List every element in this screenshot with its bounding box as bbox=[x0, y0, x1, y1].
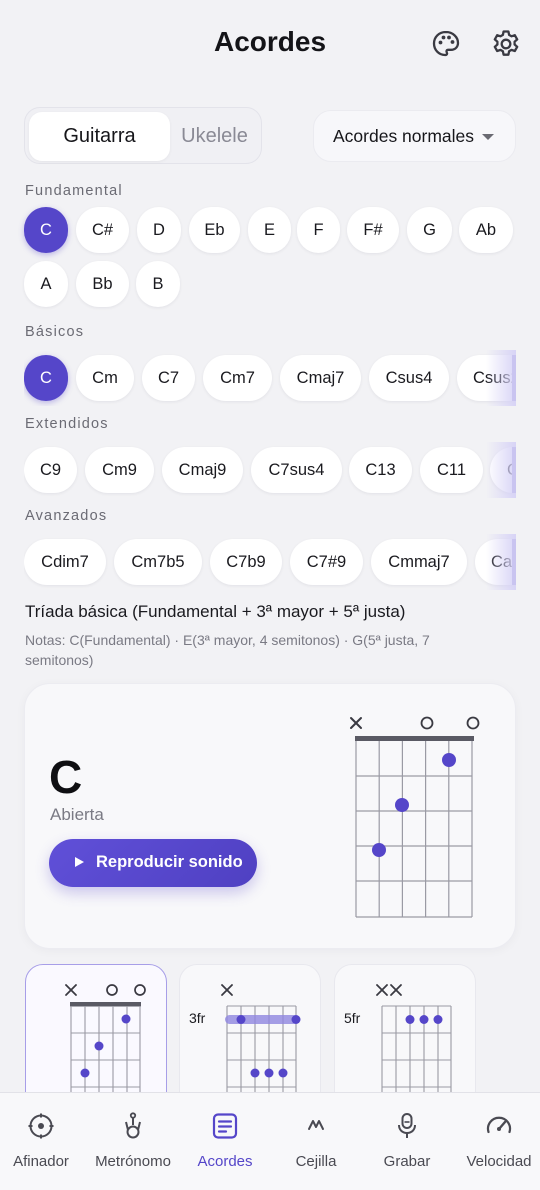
extended-chord-row: C9 Cm9 Cmaj9 C7sus4 C13 C11 C bbox=[24, 442, 516, 498]
fret-label: 3fr bbox=[189, 1010, 206, 1026]
chord-chip[interactable]: Cm7 bbox=[203, 355, 272, 401]
chord-chip[interactable]: C11 bbox=[420, 447, 483, 493]
palette-icon[interactable] bbox=[430, 28, 462, 60]
gear-icon[interactable] bbox=[490, 28, 522, 60]
capo-icon bbox=[308, 1120, 324, 1130]
microphone-icon bbox=[398, 1113, 416, 1138]
root-chip-c-sharp[interactable]: C# bbox=[76, 207, 129, 253]
bottom-nav: Afinador Metrónomo Acordes Cejilla Graba… bbox=[0, 1092, 540, 1190]
chord-chip[interactable]: Cm9 bbox=[85, 447, 154, 493]
tab-guitarra[interactable]: Guitarra bbox=[29, 112, 170, 161]
section-label-fundamental: Fundamental bbox=[25, 183, 123, 199]
root-chip-c[interactable]: C bbox=[24, 207, 68, 253]
chord-diagram bbox=[350, 716, 480, 918]
chord-chip[interactable]: C7sus4 bbox=[251, 447, 342, 493]
advanced-chord-row: Cdim7 Cm7b5 C7b9 C7#9 Cmmaj7 Cal bbox=[24, 534, 516, 590]
chord-set-dropdown[interactable]: Acordes normales bbox=[313, 110, 516, 162]
chord-chip[interactable]: Cmmaj7 bbox=[371, 539, 467, 585]
root-chip-b-flat[interactable]: Bb bbox=[76, 261, 129, 307]
chord-chip[interactable]: C7 bbox=[142, 355, 195, 401]
chord-chip[interactable]: Csus4 bbox=[369, 355, 449, 401]
chord-chip[interactable]: Cmaj9 bbox=[162, 447, 243, 493]
root-chip-e-flat[interactable]: Eb bbox=[189, 207, 240, 253]
caret-down-icon bbox=[482, 134, 494, 140]
speedometer-icon bbox=[486, 1116, 512, 1134]
tuner-icon bbox=[28, 1113, 54, 1139]
scroll-fade bbox=[486, 534, 516, 590]
chord-chip[interactable]: Cmaj7 bbox=[280, 355, 361, 401]
chords-icon bbox=[212, 1113, 238, 1139]
chord-type: Abierta bbox=[50, 805, 104, 824]
nav-item-velocidad[interactable]: Velocidad bbox=[454, 1093, 540, 1190]
chord-chip[interactable]: Cm bbox=[76, 355, 134, 401]
chord-chip[interactable]: C7#9 bbox=[290, 539, 363, 585]
nav-item-grabar[interactable]: Grabar bbox=[362, 1093, 452, 1190]
scroll-fade bbox=[486, 350, 516, 406]
root-chip-f[interactable]: F bbox=[297, 207, 340, 253]
chord-chip[interactable]: Cm7b5 bbox=[114, 539, 202, 585]
chord-name: C bbox=[49, 751, 83, 803]
tab-ukelele[interactable]: Ukelele bbox=[170, 112, 259, 161]
chord-card: C Abierta Reproducir sonido bbox=[24, 683, 516, 949]
chord-notes: Notas: C(Fundamental) · E(3ª mayor, 4 se… bbox=[25, 632, 430, 668]
chord-chip[interactable]: C7b9 bbox=[210, 539, 282, 585]
chord-description: Tríada básica (Fundamental + 3ª mayor + … bbox=[25, 602, 406, 621]
chord-chip[interactable]: C13 bbox=[349, 447, 412, 493]
section-label-extendidos: Extendidos bbox=[25, 416, 109, 432]
root-chip-a-flat[interactable]: Ab bbox=[459, 207, 513, 253]
nav-item-afinador[interactable]: Afinador bbox=[0, 1093, 86, 1190]
section-label-avanzados: Avanzados bbox=[25, 508, 108, 524]
root-chip-a[interactable]: A bbox=[24, 261, 68, 307]
nav-item-acordes[interactable]: Acordes bbox=[180, 1093, 270, 1190]
header: Acordes bbox=[0, 0, 540, 90]
basic-chord-row: C Cm C7 Cm7 Cmaj7 Csus4 Csus2 bbox=[24, 350, 516, 406]
root-chip-f-sharp[interactable]: F# bbox=[347, 207, 399, 253]
nav-item-metronomo[interactable]: Metrónomo bbox=[88, 1093, 178, 1190]
root-chip-b[interactable]: B bbox=[136, 261, 180, 307]
root-chip-g[interactable]: G bbox=[407, 207, 452, 253]
chord-chip[interactable]: C bbox=[24, 355, 68, 401]
scroll-fade bbox=[486, 442, 516, 498]
play-icon bbox=[75, 857, 84, 867]
metronome-icon bbox=[125, 1112, 141, 1139]
root-chip-e[interactable]: E bbox=[248, 207, 291, 253]
instrument-toggle: Guitarra Ukelele bbox=[24, 107, 262, 164]
nav-item-cejilla[interactable]: Cejilla bbox=[271, 1093, 361, 1190]
chord-set-value: Acordes normales bbox=[333, 125, 475, 146]
section-label-basicos: Básicos bbox=[25, 324, 85, 340]
fret-label: 5fr bbox=[344, 1010, 361, 1026]
chord-chip[interactable]: Cdim7 bbox=[24, 539, 106, 585]
chord-chip[interactable]: C9 bbox=[24, 447, 77, 493]
play-sound-label: Reproducir sonido bbox=[96, 853, 243, 871]
play-sound-button[interactable]: Reproducir sonido bbox=[49, 839, 257, 887]
root-chip-d[interactable]: D bbox=[137, 207, 181, 253]
nav-label: Velocidad bbox=[466, 1153, 532, 1170]
